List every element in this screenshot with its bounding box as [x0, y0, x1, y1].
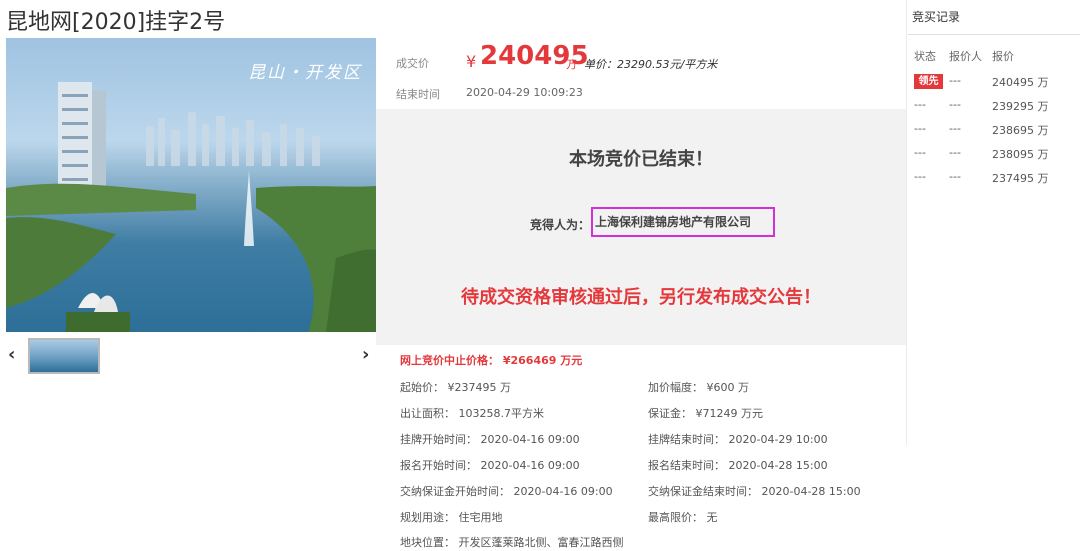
result-notice: 待成交资格审核通过后，另行发布成交公告！	[461, 287, 821, 308]
record-bidder: ---	[949, 146, 961, 159]
deposit-start-time: 交纳保证金开始时间： 2020-04-16 09:00	[400, 485, 613, 498]
records-header-status: 状态	[914, 50, 936, 63]
photo-caption: 昆山・开发区	[248, 63, 362, 83]
deal-price-unit: 万	[566, 58, 577, 71]
record-bidder: ---	[949, 74, 961, 87]
deposit: 保证金： ¥71249 万元	[648, 407, 763, 420]
record-bidder: ---	[949, 122, 961, 135]
land-photo[interactable]: 昆山・开发区	[6, 38, 376, 332]
result-panel: 本场竞价已结束！ 竞得人为： 上海保利建锦房地产有限公司 待成交资格审核通过后，…	[376, 109, 906, 345]
winner-label: 竞得人为：	[530, 218, 591, 232]
record-status: ---	[914, 98, 926, 111]
end-time-label: 结束时间	[396, 88, 440, 101]
registration-end-time: 报名结束时间： 2020-04-28 15:00	[648, 459, 828, 472]
leading-badge: 领先	[914, 74, 943, 89]
record-price: 238095 万	[992, 148, 1049, 161]
bid-increment: 加价幅度： ¥600 万	[648, 381, 749, 394]
deposit-end-time: 交纳保证金结束时间： 2020-04-28 15:00	[648, 485, 861, 498]
unit-price: 单价：23290.53元/平方米	[584, 58, 718, 71]
start-price: 起始价： ¥237495 万	[400, 381, 511, 394]
record-status: ---	[914, 170, 926, 183]
record-status: ---	[914, 122, 926, 135]
records-divider	[906, 0, 907, 445]
listing-start-time: 挂牌开始时间： 2020-04-16 09:00	[400, 433, 580, 446]
registration-start-time: 报名开始时间： 2020-04-16 09:00	[400, 459, 580, 472]
records-title-underline	[908, 34, 1080, 35]
photo-thumbnail[interactable]	[28, 338, 100, 374]
records-header-bidder: 报价人	[949, 50, 982, 63]
deal-price-label: 成交价	[396, 57, 429, 70]
records-header-price: 报价	[992, 50, 1014, 63]
price-cap: 最高限价： 无	[648, 511, 718, 524]
winner-name: 上海保利建锦房地产有限公司	[591, 207, 775, 237]
bid-records-title: 竞买记录	[912, 10, 961, 24]
plot-location: 地块位置： 开发区蓬莱路北侧、富春江路西侧	[400, 536, 624, 549]
listing-end-time: 挂牌结束时间： 2020-04-29 10:00	[648, 433, 828, 446]
record-price: 239295 万	[992, 100, 1049, 113]
land-area: 出让面积： 103258.7平方米	[400, 407, 544, 420]
stop-price: 网上竞价中止价格： ¥266469 万元	[400, 354, 583, 367]
planned-use: 规划用途： 住宅用地	[400, 511, 503, 524]
record-price: 237495 万	[992, 172, 1049, 185]
record-price: 240495 万	[992, 76, 1049, 89]
record-bidder: ---	[949, 98, 961, 111]
page-title: 昆地网[2020]挂字2号	[6, 10, 226, 35]
record-bidder: ---	[949, 170, 961, 183]
auction-ended-text: 本场竞价已结束！	[569, 149, 713, 170]
record-status: ---	[914, 146, 926, 159]
prev-image-icon[interactable]: ‹	[8, 344, 15, 365]
next-image-icon[interactable]: ›	[362, 344, 369, 365]
record-price: 238695 万	[992, 124, 1049, 137]
currency-symbol: ¥	[466, 52, 477, 71]
end-time: 2020-04-29 10:09:23	[466, 86, 583, 99]
